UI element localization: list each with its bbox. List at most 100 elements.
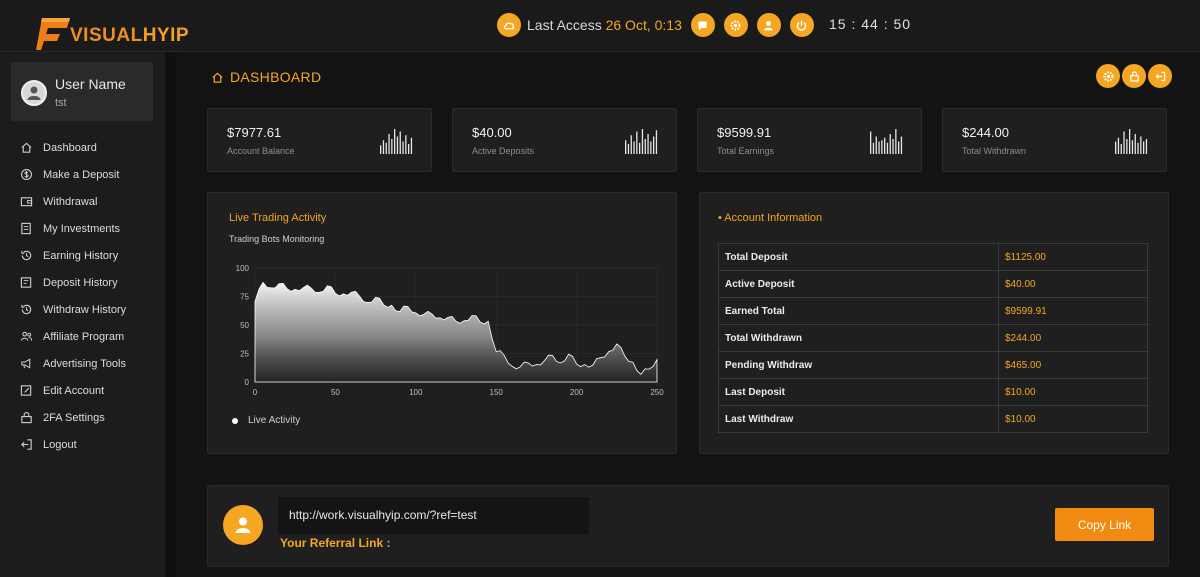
sidebar-item-label: Logout [43,438,77,451]
power-icon [797,20,807,31]
y-tick-label: 25 [240,350,249,359]
sparkline-bar [382,140,385,154]
lock-icon [21,412,32,424]
x-tick-label: 100 [409,388,423,397]
sidebar-item-withdrawal[interactable]: Withdrawal [0,188,165,215]
sparkline-bar [625,140,627,154]
messages-button[interactable] [690,13,715,37]
users-icon [20,331,33,341]
logo-mark-icon [36,18,70,50]
sidebar-item-edit-account[interactable]: Edit Account [0,377,165,404]
sidebar-item-advertising-tools[interactable]: Advertising Tools [0,350,165,377]
sparkline-bar [1140,136,1142,154]
x-tick-label: 250 [650,388,664,397]
stat-value: $40.00 [472,125,512,140]
y-tick-label: 0 [245,378,250,387]
sparkline-bar [898,141,900,154]
sidebar-item-deposit-history[interactable]: Deposit History [0,269,165,296]
sparkline-bar [394,129,396,154]
stat-value: $7977.61 [227,125,282,140]
row-label: Total Deposit [718,243,999,271]
stat-card-account-balance: $7977.61 Account Balance [207,108,432,172]
sidebar-item-label: Make a Deposit [43,168,120,181]
sidebar-item-earning-history[interactable]: Earning History [0,242,165,269]
sparkline-bar [636,131,638,154]
sparkline-bar [1131,140,1134,154]
last-access: Last Access 26 Oct, 0:13 [527,17,682,33]
sparkline-bar [405,135,407,154]
table-row: Earned Total $9599.91 [718,297,1148,325]
sparkline-bar [399,131,401,154]
stat-card-active-deposits: $40.00 Active Deposits [452,108,677,172]
referral-avatar [223,505,263,545]
referral-link-input[interactable] [278,497,589,534]
sidebar-item-label: Withdrawal [43,195,98,208]
stat-label: Active Deposits [472,146,535,156]
sidebar-item-make-deposit[interactable]: Make a Deposit [0,161,165,188]
sidebar-item-label: 2FA Settings [43,411,105,424]
sidebar-item-dashboard[interactable]: Dashboard [0,134,165,161]
settings-button[interactable] [723,13,748,37]
investments-icon [21,222,31,235]
sidebar-item-my-investments[interactable]: My Investments [0,215,165,242]
sparkline-bar [1126,139,1128,154]
stat-card-total-withdrawn: $244.00 Total Withdrawn [942,108,1167,172]
cloud-button[interactable] [497,13,521,37]
sidebar-item-logout[interactable]: Logout [0,431,165,458]
sparkline-bar [396,136,399,154]
referral-label: Your Referral Link : [280,536,391,550]
logo[interactable]: VISUALHYIP [36,16,189,50]
sidebar-item-withdraw-history[interactable]: Withdraw History [0,296,165,323]
gear-icon [730,19,741,31]
avatar [21,80,47,106]
edit-icon [20,385,32,396]
panel-subtitle: Trading Bots Monitoring [229,234,325,244]
row-label: Pending Withdraw [718,351,999,379]
table-row: Last Withdraw $10.00 [718,405,1148,433]
stat-label: Total Earnings [717,146,775,156]
user-icon [235,517,251,533]
legend-dot-icon [232,417,238,424]
row-label: Total Withdrawn [718,324,999,352]
sidebar-item-label: Deposit History [43,276,118,289]
megaphone-icon [21,358,31,369]
table-row: Total Deposit $1125.00 [718,243,1148,271]
row-value: $9599.91 [998,297,1148,325]
header-logout-button[interactable] [1148,64,1172,88]
sparkline-bar [391,139,393,154]
bar-sparkline-icon [1115,129,1148,154]
table-row: Pending Withdraw $465.00 [718,351,1148,379]
x-tick-label: 50 [331,388,340,397]
dollar-icon [21,169,32,180]
row-label: Active Deposit [718,270,999,298]
stat-card-total-earnings: $9599.91 Total Earnings [697,108,922,172]
live-trading-panel: Live Trading Activity Trading Bots Monit… [207,192,677,454]
logout-button-top[interactable] [789,13,814,37]
chat-icon [698,20,707,30]
sidebar-scrollbar[interactable] [165,52,177,577]
app-frame: VISUALHYIP Last Access 26 Oct, 0:13 15:… [0,0,1200,577]
clock: 15 : 44 : 50 [829,16,912,32]
sidebar: User Name tst Dashboard Make a Deposit W… [0,52,165,577]
table-row: Last Deposit $10.00 [718,378,1148,406]
bar-sparkline-icon [870,129,903,154]
sparkline-bar [1143,141,1145,154]
y-tick-label: 50 [240,321,249,330]
history-icon [21,250,32,261]
copy-link-button[interactable]: Copy Link [1055,508,1154,541]
sparkline-bar [881,140,883,154]
sidebar-item-2fa-settings[interactable]: 2FA Settings [0,404,165,431]
sidebar-item-label: Affiliate Program [43,330,125,343]
sidebar-item-affiliate-program[interactable]: Affiliate Program [0,323,165,350]
table-row: Total Withdrawn $244.00 [718,324,1148,352]
gear-icon [1102,70,1114,82]
sparkline-bar [1134,134,1136,154]
sparkline-bar [1120,144,1122,154]
chart-legend[interactable]: Live Activity [232,415,300,426]
header-settings-button[interactable] [1096,64,1120,88]
user-card[interactable]: User Name tst [11,62,153,121]
x-tick-label: 150 [490,388,504,397]
header-lock-button[interactable] [1122,64,1146,88]
profile-button[interactable] [756,13,781,37]
sparkline-bar [385,142,387,154]
